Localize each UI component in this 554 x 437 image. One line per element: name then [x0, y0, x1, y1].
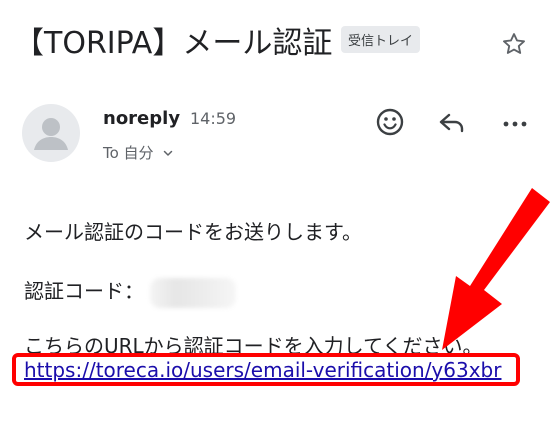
reply-icon — [439, 113, 464, 133]
add-emoji-button[interactable] — [374, 106, 406, 138]
reply-button[interactable] — [436, 107, 468, 139]
sender-name: noreply — [103, 108, 181, 129]
recipient-label: To 自分 — [103, 144, 154, 162]
more-horizontal-icon — [503, 121, 527, 127]
body-intro-text: メール認証のコードをお送りします。 — [24, 220, 362, 244]
star-icon[interactable] — [500, 30, 528, 58]
chevron-down-icon — [162, 145, 174, 163]
red-arrow-annotation — [420, 180, 554, 360]
verification-code-label: 認証コード： — [24, 279, 144, 303]
verification-link[interactable]: https://toreca.io/users/email-verificati… — [24, 358, 501, 382]
verification-code-line: 認証コード： — [24, 275, 236, 308]
avatar[interactable] — [22, 104, 80, 162]
recipient-toggle[interactable]: To 自分 — [103, 142, 174, 163]
redacted-code — [150, 277, 236, 308]
inbox-label-chip[interactable]: 受信トレイ — [341, 26, 421, 53]
more-options-button[interactable] — [499, 108, 531, 140]
received-time: 14:59 — [190, 109, 237, 128]
add-emoji-icon — [376, 108, 404, 136]
person-icon — [34, 118, 68, 150]
email-subject: 【TORIPA】メール認証 — [14, 26, 333, 61]
